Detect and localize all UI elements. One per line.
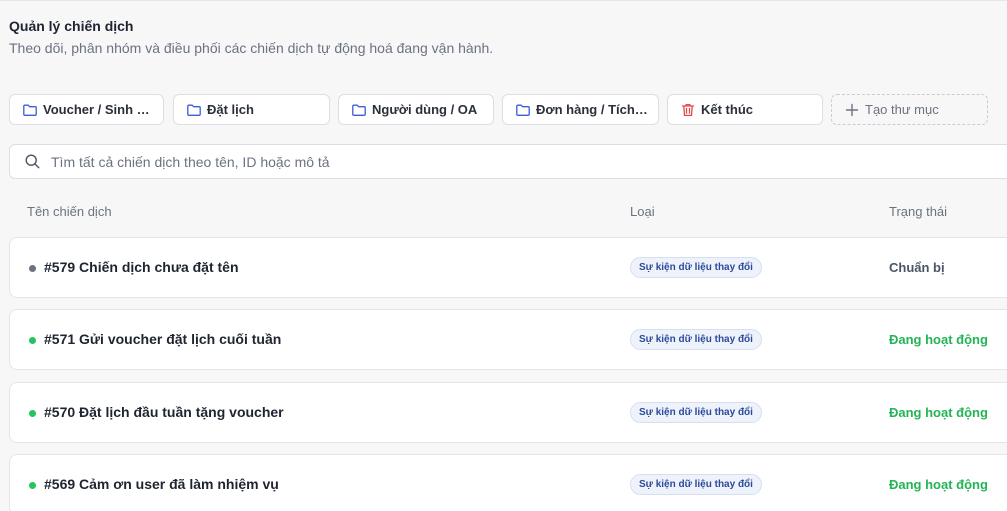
folder-icon — [22, 102, 38, 118]
status-dot — [29, 410, 36, 417]
folder-icon — [515, 102, 531, 118]
folder-label: Người dùng / OA — [372, 102, 478, 117]
campaign-name: #570 Đặt lịch đầu tuần tặng voucher — [44, 404, 284, 420]
campaign-name: #569 Cảm ơn user đã làm nhiệm vụ — [44, 476, 279, 492]
type-badge: Sự kiện dữ liệu thay đổi — [630, 329, 762, 350]
folder-label: Kết thúc — [701, 102, 753, 117]
status-dot — [29, 482, 36, 489]
folder-label: Đơn hàng / Tích ... — [536, 102, 650, 117]
folder-users-oa[interactable]: Người dùng / OA — [338, 94, 494, 125]
status-text: Đang hoạt động — [889, 477, 988, 492]
campaign-management-page: Quản lý chiến dịch Theo dõi, phân nhóm v… — [0, 0, 1007, 511]
status-text: Đang hoạt động — [889, 405, 988, 420]
column-header-status[interactable]: Trạng thái — [889, 204, 947, 219]
table-row[interactable]: #579 Chiến dịch chưa đặt tên Sự kiện dữ … — [9, 237, 1007, 298]
create-folder-label: Tạo thư mục — [865, 102, 939, 117]
folder-voucher-birthday[interactable]: Voucher / Sinh n... — [9, 94, 164, 125]
plus-icon — [844, 102, 860, 118]
type-badge: Sự kiện dữ liệu thay đổi — [630, 257, 762, 278]
campaign-name: #579 Chiến dịch chưa đặt tên — [44, 259, 239, 275]
search-box — [9, 144, 1007, 179]
folder-label: Đặt lịch — [207, 102, 254, 117]
table-row[interactable]: #570 Đặt lịch đầu tuần tặng voucher Sự k… — [9, 382, 1007, 443]
table-row[interactable]: #571 Gửi voucher đặt lịch cuối tuần Sự k… — [9, 309, 1007, 370]
status-text: Chuẩn bị — [889, 260, 945, 275]
trash-icon — [680, 102, 696, 118]
table-row[interactable]: #569 Cảm ơn user đã làm nhiệm vụ Sự kiện… — [9, 454, 1007, 511]
create-folder-button[interactable]: Tạo thư mục — [831, 94, 988, 125]
page-title: Quản lý chiến dịch — [9, 18, 134, 34]
folder-orders[interactable]: Đơn hàng / Tích ... — [502, 94, 659, 125]
folder-booking[interactable]: Đặt lịch — [173, 94, 330, 125]
column-header-type[interactable]: Loại — [630, 204, 655, 219]
folder-label: Voucher / Sinh n... — [43, 102, 156, 117]
campaign-name: #571 Gửi voucher đặt lịch cuối tuần — [44, 331, 282, 347]
column-header-name[interactable]: Tên chiến dịch — [27, 204, 112, 219]
status-text: Đang hoạt động — [889, 332, 988, 347]
status-dot — [29, 337, 36, 344]
type-badge: Sự kiện dữ liệu thay đổi — [630, 474, 762, 495]
folder-ended[interactable]: Kết thúc — [667, 94, 823, 125]
status-dot — [29, 265, 36, 272]
folder-icon — [186, 102, 202, 118]
search-input[interactable] — [49, 152, 953, 171]
type-badge: Sự kiện dữ liệu thay đổi — [630, 402, 762, 423]
folder-icon — [351, 102, 367, 118]
search-icon — [24, 153, 41, 170]
page-subtitle: Theo dõi, phân nhóm và điều phối các chi… — [9, 40, 494, 56]
